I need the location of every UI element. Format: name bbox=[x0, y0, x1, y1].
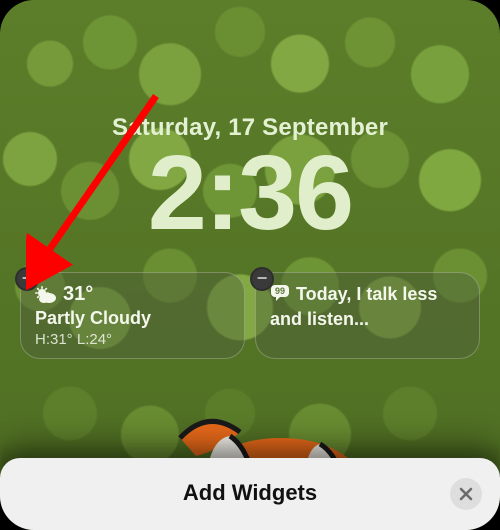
weather-condition: Partly Cloudy bbox=[35, 308, 230, 329]
minus-icon: − bbox=[257, 269, 268, 287]
quote-widget[interactable]: − 99 Today, I talk less and listen... bbox=[255, 272, 480, 359]
svg-text:99: 99 bbox=[275, 286, 285, 296]
weather-widget[interactable]: − 31° Partly Cloudy H:31° L:24° bbox=[20, 272, 245, 359]
weather-hilo: H:31° L:24° bbox=[35, 331, 230, 348]
lock-screen-editor: Saturday, 17 September 2:36 − 31° bbox=[0, 0, 500, 530]
partly-cloudy-icon bbox=[35, 286, 57, 304]
weather-temp: 31° bbox=[63, 283, 93, 306]
quote-text: Today, I talk less and listen... bbox=[270, 284, 437, 329]
minus-icon: − bbox=[22, 269, 33, 287]
lock-screen-time[interactable]: 2:36 bbox=[0, 140, 500, 246]
remove-widget-button[interactable]: − bbox=[15, 267, 39, 291]
add-widgets-sheet[interactable]: Add Widgets bbox=[0, 458, 500, 530]
quote-bubble-icon: 99 bbox=[270, 284, 290, 308]
widget-row: − 31° Partly Cloudy H:31° L:24° bbox=[20, 272, 480, 359]
close-icon bbox=[459, 487, 473, 501]
remove-widget-button[interactable]: − bbox=[250, 267, 274, 291]
sheet-title: Add Widgets bbox=[183, 480, 317, 506]
close-sheet-button[interactable] bbox=[450, 478, 482, 510]
